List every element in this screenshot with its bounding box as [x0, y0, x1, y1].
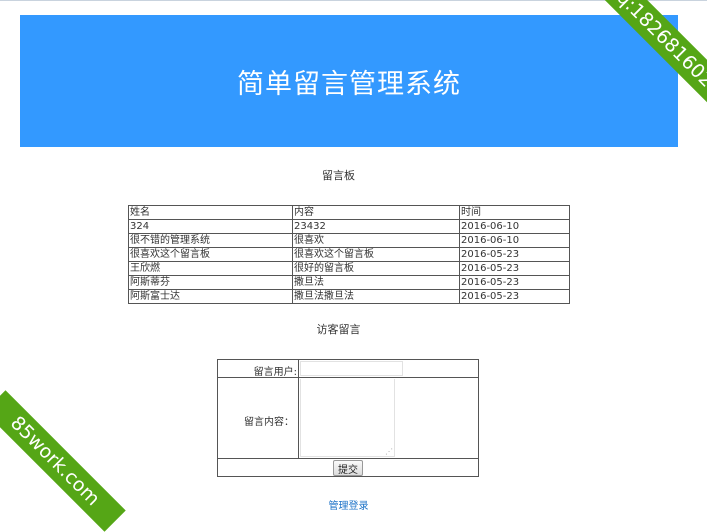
cell-content: 很喜欢 [292, 233, 460, 248]
cell-time: 2016-05-23 [459, 247, 570, 262]
page-header: 简单留言管理系统 [20, 15, 678, 147]
table-row: 很喜欢这个留言板 很喜欢这个留言板 2016-05-23 [128, 247, 570, 262]
visitor-title: 访客留言 [316, 323, 361, 336]
cell-content: 很好的留言板 [292, 261, 460, 276]
cell-content: 23432 [292, 219, 460, 234]
cell-time: 2016-05-23 [459, 275, 570, 290]
table-header-row: 姓名 内容 时间 [128, 205, 570, 220]
top-border [0, 0, 707, 1]
table-row: 阿斯蒂芬 撒旦法 2016-05-23 [128, 275, 570, 290]
cell-time: 2016-05-23 [459, 289, 570, 304]
table-row: 很不错的管理系统 很喜欢 2016-06-10 [128, 233, 570, 248]
submit-button[interactable]: 提交 [333, 460, 363, 476]
cell-content: 撒旦法撒旦法 [292, 289, 460, 304]
board-title: 留言板 [322, 169, 355, 182]
page-title: 简单留言管理系统 [237, 68, 461, 100]
cell-name: 阿斯富士达 [128, 289, 293, 304]
column-header-time: 时间 [459, 205, 570, 220]
cell-name: 324 [128, 219, 293, 234]
cell-name: 王欣燃 [128, 261, 293, 276]
cell-name: 阿斯蒂芬 [128, 275, 293, 290]
form-divider [218, 458, 478, 459]
cell-name: 很不错的管理系统 [128, 233, 293, 248]
cell-time: 2016-06-10 [459, 219, 570, 234]
column-header-content: 内容 [292, 205, 460, 220]
content-label: 留言内容： [244, 417, 294, 428]
user-label: 留言用户: [253, 367, 297, 378]
cell-content: 很喜欢这个留言板 [292, 247, 460, 262]
column-header-name: 姓名 [128, 205, 293, 220]
cell-name: 很喜欢这个留言板 [128, 247, 293, 262]
user-input[interactable] [300, 361, 403, 376]
message-form: 留言用户: 留言内容： ⋰ 提交 [217, 359, 479, 477]
table-row: 324 23432 2016-06-10 [128, 219, 570, 234]
cell-time: 2016-05-23 [459, 261, 570, 276]
cell-content: 撒旦法 [292, 275, 460, 290]
form-column-divider [298, 360, 299, 458]
message-table: 姓名 内容 时间 324 23432 2016-06-10 很不错的管理系统 很… [128, 205, 570, 304]
table-row: 王欣燃 很好的留言板 2016-05-23 [128, 261, 570, 276]
resize-grip-icon[interactable]: ⋰ [385, 448, 393, 456]
cell-time: 2016-06-10 [459, 233, 570, 248]
table-row: 阿斯富士达 撒旦法撒旦法 2016-05-23 [128, 289, 570, 304]
content-textarea[interactable] [300, 379, 395, 457]
